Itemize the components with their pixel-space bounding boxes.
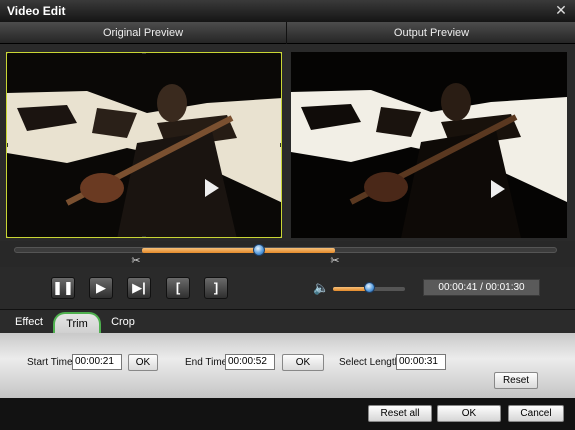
title-bar: Video Edit ✕: [0, 0, 575, 22]
mark-out-button[interactable]: ]: [204, 277, 228, 299]
close-icon[interactable]: ✕: [554, 3, 568, 17]
select-length-field[interactable]: 00:00:31: [396, 354, 446, 370]
start-time-label: Start Time: [27, 357, 73, 368]
tab-effect[interactable]: Effect: [6, 310, 52, 334]
original-preview-video[interactable]: [6, 52, 282, 238]
trim-reset-button[interactable]: Reset: [494, 372, 538, 389]
crop-handle[interactable]: [280, 236, 281, 237]
output-video-frame: [291, 52, 567, 238]
volume-thumb[interactable]: [364, 282, 375, 293]
output-preview-label: Output Preview: [393, 27, 470, 39]
mark-in-icon: [: [175, 280, 181, 295]
dialog-footer: Reset all OK Cancel: [0, 398, 575, 430]
play-overlay-icon: [205, 179, 219, 197]
crop-handle[interactable]: [7, 236, 8, 237]
crop-handle[interactable]: [142, 236, 146, 237]
next-frame-icon: ▶|: [132, 280, 146, 295]
original-preview-label: Original Preview: [0, 22, 287, 44]
preview-area: [0, 44, 575, 241]
end-time-field[interactable]: 00:00:52: [225, 354, 275, 370]
crop-handle[interactable]: [280, 143, 281, 147]
output-preview-video: [291, 52, 567, 238]
start-time-ok-button[interactable]: OK: [128, 354, 158, 371]
play-button[interactable]: ▶: [89, 277, 113, 299]
select-length-label: Select Length: [339, 357, 401, 368]
crop-handle[interactable]: [280, 53, 281, 54]
timecode-display: 00:00:41 / 00:01:30: [423, 279, 540, 296]
trim-end-marker-icon[interactable]: ✂: [329, 255, 341, 267]
cancel-button[interactable]: Cancel: [508, 405, 564, 422]
crop-handle[interactable]: [7, 53, 8, 54]
end-time-label: End Time: [185, 357, 228, 368]
start-time-field[interactable]: 00:00:21: [72, 354, 122, 370]
trim-start-marker-icon[interactable]: ✂: [130, 255, 142, 267]
volume-icon[interactable]: 🔈: [313, 281, 329, 295]
player-controls: ❚❚ ▶ ▶| [ ] 🔈 00:00:41 / 00:01:30: [0, 267, 575, 309]
trim-panel: Start Time 00:00:21 OK End Time 00:00:52…: [0, 333, 575, 398]
crop-handle[interactable]: [7, 143, 8, 147]
mark-out-icon: ]: [213, 280, 219, 295]
tab-trim[interactable]: Trim: [53, 312, 101, 334]
end-time-ok-button[interactable]: OK: [282, 354, 324, 371]
crop-handle[interactable]: [142, 53, 146, 54]
pause-icon: ❚❚: [52, 280, 74, 295]
tab-crop[interactable]: Crop: [104, 310, 142, 334]
trim-timeline[interactable]: ✂ ✂: [0, 241, 575, 267]
original-video-frame: [7, 53, 281, 237]
reset-all-button[interactable]: Reset all: [368, 405, 432, 422]
playhead-thumb[interactable]: [253, 244, 265, 256]
play-overlay-icon: [491, 180, 505, 198]
ok-button[interactable]: OK: [437, 405, 501, 422]
next-frame-button[interactable]: ▶|: [127, 277, 151, 299]
preview-headers: Original Preview Output Preview: [0, 22, 575, 44]
pause-button[interactable]: ❚❚: [51, 277, 75, 299]
edit-tabs: Effect Trim Crop: [0, 309, 575, 334]
trim-selection-range: [142, 248, 335, 253]
window-title: Video Edit: [7, 4, 66, 18]
mark-in-button[interactable]: [: [166, 277, 190, 299]
play-icon: ▶: [96, 280, 106, 295]
